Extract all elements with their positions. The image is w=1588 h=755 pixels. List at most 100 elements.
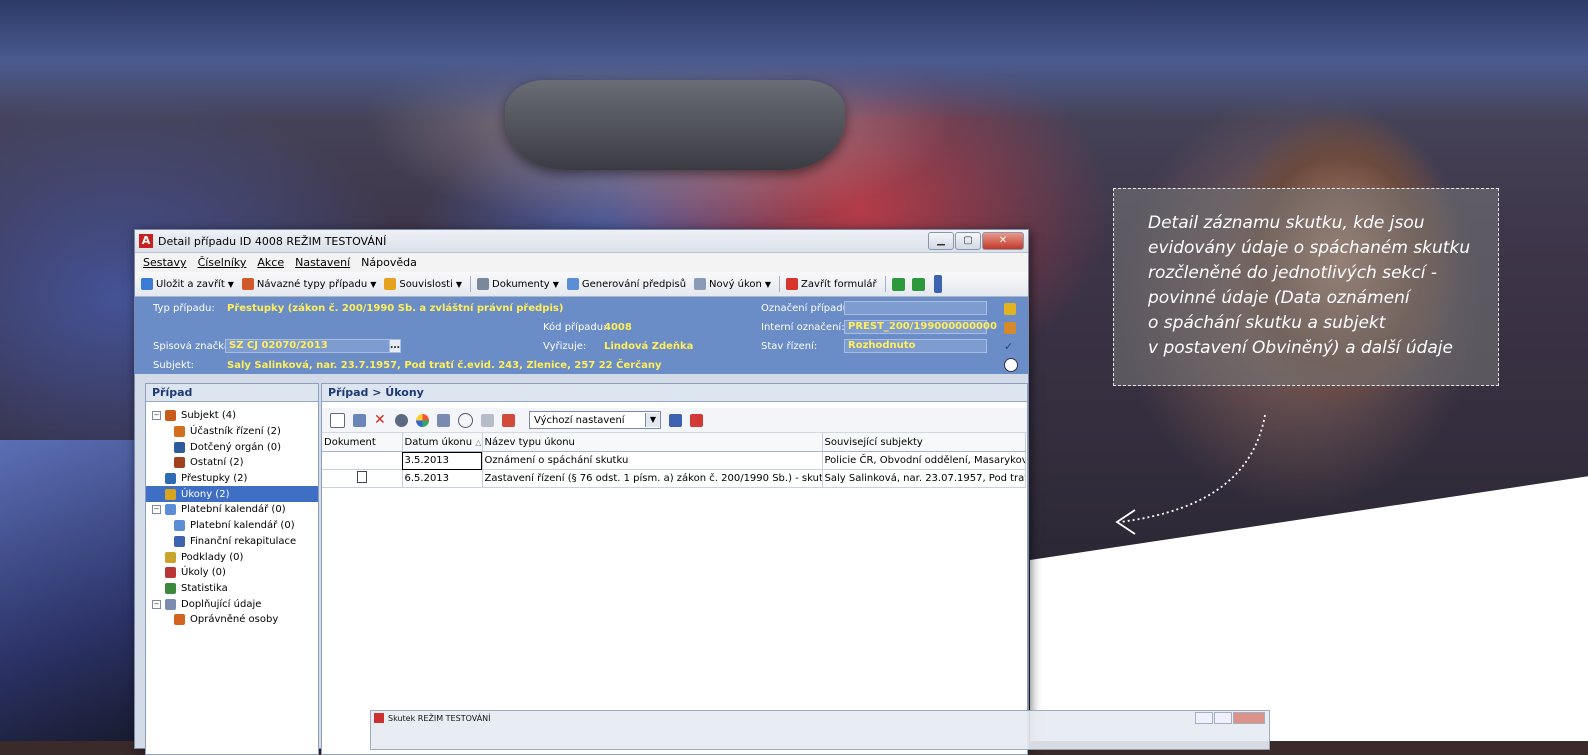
save-icon [141,278,153,290]
case-info-panel: Typ případu: Přestupky (zákon č. 200/199… [135,297,1028,374]
new-action-button[interactable]: Nový úkon ▼ [694,278,771,290]
minimize-button[interactable] [1195,712,1213,724]
file-number-field[interactable]: SZ CJ 02070/2013 [225,339,401,353]
edit-lock-icon[interactable] [1004,322,1016,334]
subjects-cell[interactable]: Policie ČR, Obvodní oddělení, Masarykovo… [822,451,1026,470]
tree-item[interactable]: Úkony (2) [146,486,318,503]
tree-item[interactable]: Oprávněné osoby [146,612,318,628]
next-icon[interactable] [911,277,925,291]
tree-item-label: Úkoly (0) [181,567,226,579]
tree-item[interactable]: − Platební kalendář (0) [146,502,318,518]
relations-button[interactable]: Souvislosti ▼ [384,278,462,290]
maximize-button[interactable] [1214,712,1232,724]
column-header-subjects[interactable]: Související subjekty [822,433,1026,452]
new-action-icon [694,278,707,290]
tree-item-icon [174,614,185,626]
close-button[interactable]: ✕ [982,232,1024,250]
document-icon[interactable] [357,471,368,483]
column-header-type[interactable]: Název typu úkonu [482,433,823,452]
menu-sestavy[interactable]: Sestavy [143,256,187,269]
tree-item-label: Účastník řízení (2) [190,426,281,438]
handler-label: Vyřizuje: [543,341,587,352]
refresh-icon[interactable] [416,413,429,427]
designation-field[interactable] [844,301,987,315]
tree-item-label: Finanční rekapitulace [190,535,297,547]
type-cell[interactable]: Oznámení o spáchání skutku [482,451,823,470]
subjects-cell[interactable]: Saly Salinková, nar. 23.07.1957, Pod tra… [822,469,1026,488]
calendar-icon [566,278,579,290]
breadcrumb: Případ > Úkony [322,384,1027,402]
title-bar[interactable]: A Detail případu ID 4008 REŽIM TESTOVÁNÍ… [135,230,1028,252]
menu-nastaveni[interactable]: Nastavení [295,256,350,269]
tree-item[interactable]: Statistika [146,581,318,597]
text-format-icon[interactable] [502,413,515,427]
tree-item[interactable]: Účastník řízení (2) [146,424,318,440]
tree-item-label: Úkony (2) [181,488,230,500]
tree-item-label: Podklady (0) [181,551,244,563]
tree-item[interactable]: Přestupky (2) [146,471,318,487]
open-detail-icon[interactable] [353,413,366,427]
tree-item[interactable]: Platební kalendář (0) [146,518,318,534]
previous-icon[interactable] [891,277,905,291]
remove-view-icon[interactable] [690,413,703,427]
export-icon[interactable] [437,413,450,427]
new-document-icon[interactable] [330,412,345,428]
menu-ciselniky[interactable]: Číselníky [198,256,247,269]
tree-item[interactable]: Finanční rekapitulace [146,534,318,550]
tree-item[interactable]: − Subjekt (4) [146,408,318,424]
date-cell[interactable]: 6.5.2013 [402,469,483,488]
toolbar-overflow-icon[interactable] [933,275,942,293]
window-title: Detail případu ID 4008 REŽIM TESTOVÁNÍ [158,234,387,248]
menu-napoveda[interactable]: Nápověda [361,256,417,269]
generate-rules-button[interactable]: Generování předpisů [566,278,686,290]
column-header-document[interactable]: Dokument [322,433,403,452]
file-number-label: Spisová značka: [153,341,234,352]
close-button[interactable] [1233,712,1265,724]
check-icon[interactable]: ✓ [1004,341,1016,353]
linked-types-button[interactable]: Návazné typy případu ▼ [241,278,376,290]
clock-icon[interactable] [1004,358,1018,372]
state-field[interactable]: Rozhodnuto [844,339,987,353]
tree-item-label: Doplňující údaje [181,598,262,610]
lock-icon[interactable] [1004,303,1016,315]
save-close-button[interactable]: Uložit a zavřít ▼ [141,278,234,290]
view-select[interactable]: Výchozí nastavení ▼ [529,411,661,429]
date-cell[interactable]: 3.5.2013 [402,451,483,470]
tree-item[interactable]: Podklady (0) [146,549,318,565]
type-cell[interactable]: Zastavení řízení (§ 76 odst. 1 písm. a) … [482,469,823,488]
close-form-button[interactable]: Zavřít formulář [786,278,877,290]
sort-icon[interactable] [481,413,494,427]
case-tree: − Subjekt (4) Účastník řízení (2) Dotčený o… [146,402,318,628]
tree-item-icon [165,551,176,563]
tree-item[interactable]: − Doplňující údaje [146,596,318,612]
tree-item[interactable]: Dotčený orgán (0) [146,439,318,455]
filter-icon[interactable] [395,413,408,427]
tree-item[interactable]: Úkoly (0) [146,565,318,581]
maximize-button[interactable]: ▢ [955,232,981,250]
tree-item-label: Ostatní (2) [190,457,244,469]
document-cell[interactable] [322,451,403,470]
delete-icon[interactable]: ✕ [374,413,387,427]
documents-icon [477,278,490,290]
table-row[interactable]: 3.5.2013 Oznámení o spáchání skutku Polici… [322,451,1026,470]
chevron-down-icon[interactable]: ▼ [645,413,660,427]
collapse-icon[interactable]: − [152,411,161,421]
menu-akce[interactable]: Akce [257,256,284,269]
save-view-icon[interactable] [669,413,682,427]
history-icon[interactable] [458,412,473,428]
column-header-date[interactable]: Datum úkonu △ [402,433,483,452]
tree-item-label: Dotčený orgán (0) [190,441,282,453]
case-type-label: Typ případu: [153,303,215,314]
minimize-button[interactable]: ▁ [928,232,954,250]
app-icon [374,713,384,723]
file-number-browse-button[interactable]: … [389,339,401,353]
internal-field[interactable]: PREST_200/199000000000 [844,320,997,334]
case-tree-pane: Případ − Subjekt (4) Účastník řízení (2) Do… [145,383,319,755]
collapse-icon[interactable]: − [152,599,161,609]
tree-item-icon [174,426,185,438]
documents-button[interactable]: Dokumenty ▼ [477,278,559,290]
collapse-icon[interactable]: − [152,505,161,515]
table-row[interactable]: 6.5.2013 Zastavení řízení (§ 76 odst. 1 p… [322,469,1026,488]
document-cell[interactable] [322,469,403,488]
tree-item[interactable]: Ostatní (2) [146,455,318,471]
